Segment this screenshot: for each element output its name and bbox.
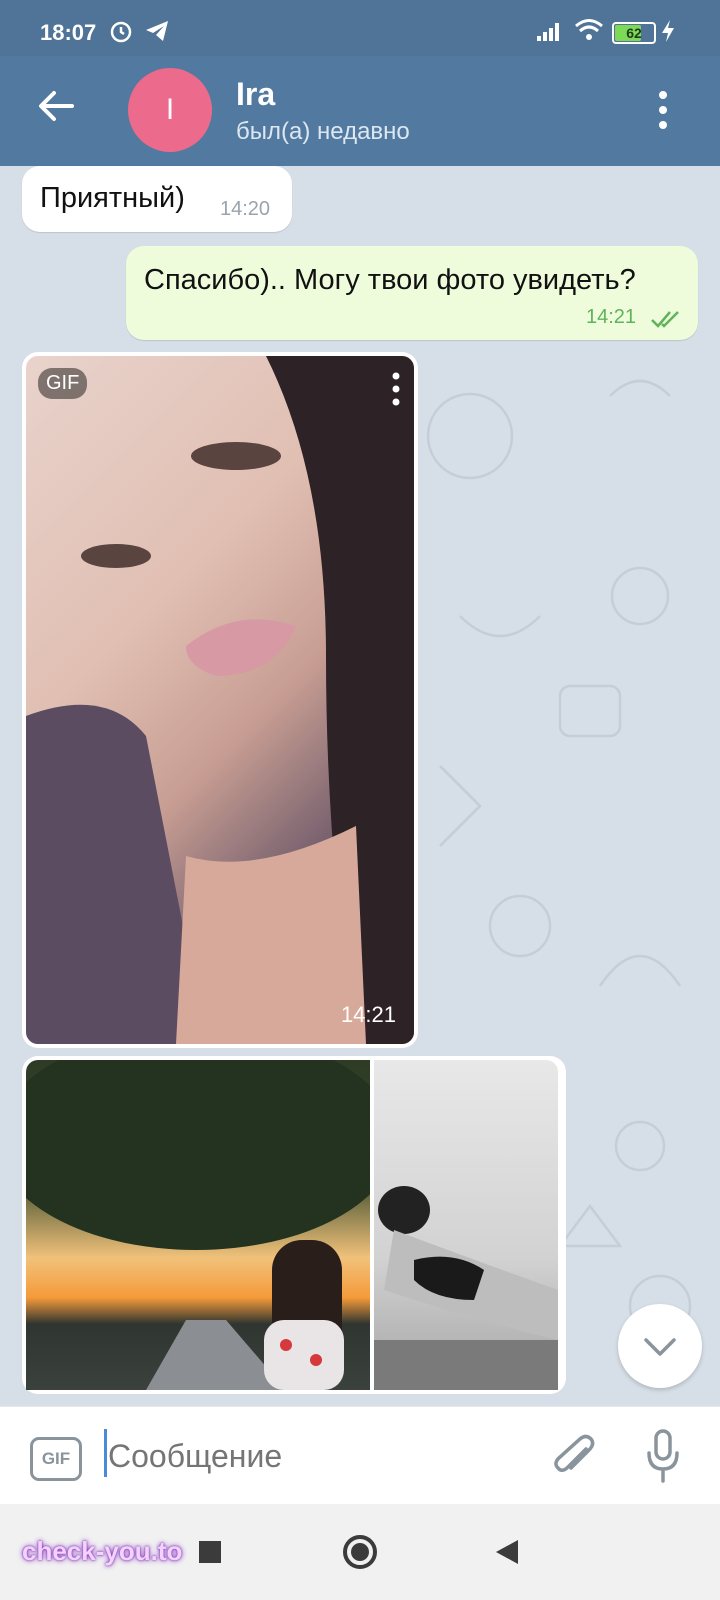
status-time: 18:07 xyxy=(40,20,97,45)
album-photo-bw[interactable] xyxy=(374,1060,558,1390)
signal-icon xyxy=(537,23,559,41)
message-time: 14:21 xyxy=(586,306,637,328)
back-arrow-icon[interactable] xyxy=(36,86,76,126)
charging-icon xyxy=(662,20,674,42)
incoming-message[interactable]: Приятный) 14:20 xyxy=(22,166,292,232)
chevron-down-icon xyxy=(644,1338,676,1356)
gif-message[interactable]: GIF 14:21 xyxy=(22,352,418,1048)
status-bar: 18:07 62 xyxy=(0,0,720,56)
chat-title[interactable]: Ira xyxy=(236,76,275,113)
gif-button[interactable]: GIF xyxy=(30,1437,82,1481)
message-input-bar: GIF xyxy=(0,1406,720,1505)
recents-icon[interactable] xyxy=(198,1540,222,1564)
back-nav-icon[interactable] xyxy=(494,1538,520,1566)
park-scene xyxy=(26,1060,370,1390)
attach-icon[interactable] xyxy=(550,1431,598,1481)
scroll-anchor xyxy=(0,166,1,167)
message-text: Приятный) xyxy=(40,182,185,214)
alarm-icon xyxy=(110,21,132,43)
home-icon[interactable] xyxy=(342,1534,378,1570)
bw-portrait xyxy=(374,1186,558,1390)
more-options-icon[interactable] xyxy=(656,90,670,130)
gif-preview-image[interactable]: GIF 14:21 xyxy=(26,356,414,1044)
read-checkmarks-icon xyxy=(651,311,679,328)
wifi-icon xyxy=(575,19,603,40)
battery-percent: 62 xyxy=(626,25,642,41)
scroll-to-bottom-button[interactable] xyxy=(618,1304,702,1388)
avatar[interactable]: I xyxy=(128,68,212,152)
microphone-icon[interactable] xyxy=(646,1429,680,1483)
album-photo-park[interactable] xyxy=(26,1060,370,1390)
chat-header: I Ira был(а) недавно xyxy=(0,56,720,166)
telegram-icon xyxy=(146,21,168,41)
photo-album-message[interactable] xyxy=(22,1056,566,1394)
media-time: 14:21 xyxy=(340,1002,396,1027)
message-time: 14:20 xyxy=(220,198,271,220)
media-menu-icon[interactable] xyxy=(392,372,400,406)
message-list[interactable]: Приятный) 14:20 Спасибо).. Могу твои фот… xyxy=(0,166,720,1406)
gif-badge: GIF xyxy=(38,368,88,399)
battery-icon: 62 xyxy=(612,22,656,44)
message-text: Спасибо).. Могу твои фото увидеть? xyxy=(144,264,636,296)
portrait-illustration xyxy=(26,356,414,1044)
outgoing-message[interactable]: Спасибо).. Могу твои фото увидеть? 14:21 xyxy=(126,246,698,340)
last-seen-status: был(а) недавно xyxy=(236,118,410,145)
message-input[interactable] xyxy=(106,1425,530,1487)
watermark-text: check-you.to xyxy=(22,1536,183,1566)
